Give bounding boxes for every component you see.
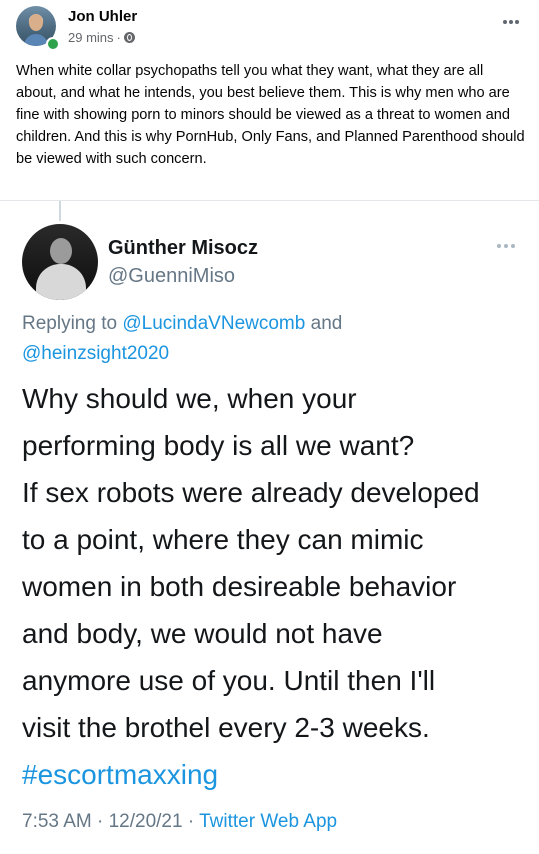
- tweet-text: Why should we, when your performing body…: [22, 375, 527, 798]
- globe-icon[interactable]: [123, 32, 135, 43]
- post-time[interactable]: 29 mins: [68, 30, 114, 45]
- tweet-footer: 7:53 AM · 12/20/21 · Twitter Web App: [22, 811, 337, 833]
- avatar-face: [29, 14, 43, 31]
- reply-prefix: Replying to: [22, 313, 118, 334]
- avatar-shirt: [24, 34, 48, 46]
- tweet-line: visit the brothel every 2-3 weeks.: [22, 712, 430, 743]
- tweet-line: to a point, where they can mimic: [22, 524, 424, 555]
- thread-line: [59, 201, 61, 221]
- tweet-author-handle: @GuenniMiso: [108, 265, 236, 287]
- meta-separator: ·: [116, 30, 121, 45]
- online-status-indicator: [46, 37, 60, 51]
- tweet-author-avatar: [22, 224, 98, 300]
- post-meta: 29 mins ·: [68, 30, 135, 45]
- post-header: Jon Uhler 29 mins ·: [16, 6, 527, 52]
- more-options-button[interactable]: [501, 12, 521, 32]
- mention-link: @LucindaVNewcomb: [122, 313, 306, 334]
- replying-to: Replying to @LucindaVNewcomb and @heinzs…: [22, 309, 502, 369]
- mention-link: @heinzsight2020: [22, 343, 170, 364]
- hashtag-link: #escortmaxxing: [22, 759, 219, 790]
- tweet-line: performing body is all we want?: [22, 430, 415, 461]
- tweet-source: Twitter Web App: [199, 811, 338, 832]
- more-horizontal-icon: [503, 20, 507, 24]
- tweet-line: Why should we, when your: [22, 383, 357, 414]
- tweet-line: women in both desireable behavior: [22, 571, 457, 602]
- author-name[interactable]: Jon Uhler: [68, 8, 137, 25]
- tweet-line: and body, we would not have: [22, 618, 383, 649]
- reply-and: and: [310, 313, 343, 334]
- tweet-more-icon: [497, 244, 515, 248]
- tweet-line: anymore use of you. Until then I'll: [22, 665, 436, 696]
- post-text: When white collar psychopaths tell you w…: [16, 63, 525, 167]
- tweet-author-name: Günther Misocz: [108, 237, 259, 259]
- tweet-timestamp: 7:53 AM · 12/20/21 ·: [22, 811, 195, 832]
- tweet-line: If sex robots were already developed: [22, 477, 480, 508]
